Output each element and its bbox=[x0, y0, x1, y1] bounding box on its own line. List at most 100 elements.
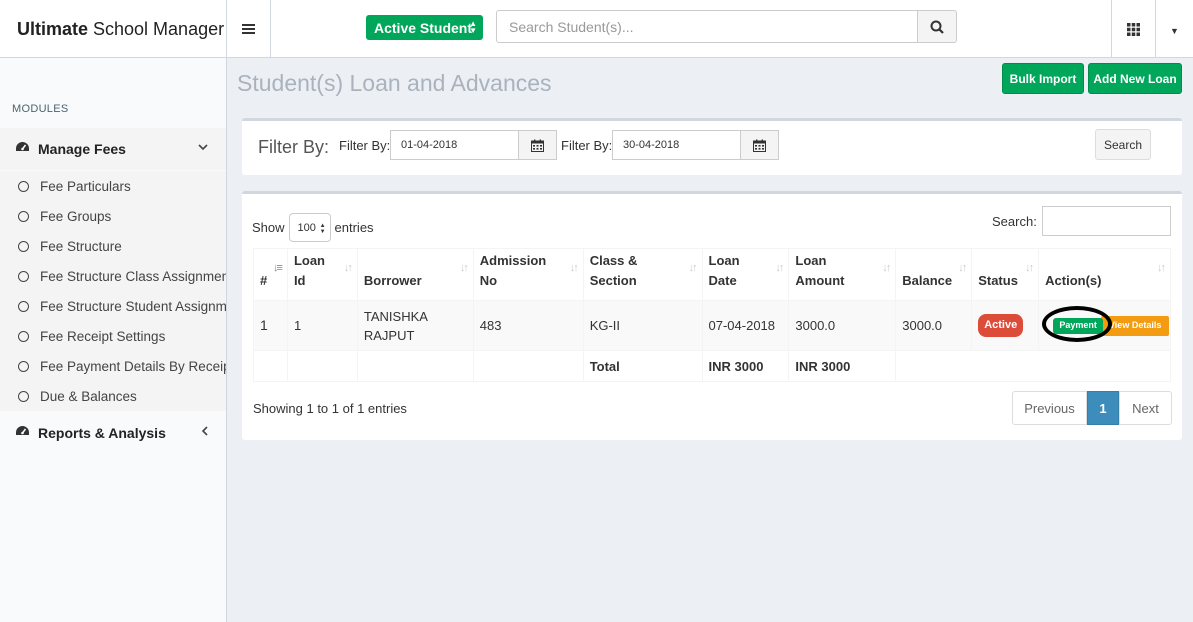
sidebar-subitem-label: Fee Payment Details By Receipt No bbox=[40, 358, 226, 374]
filter-panel: Filter By: Filter By: 01-04-2018 Filter … bbox=[242, 118, 1182, 175]
table-search-label: Search: bbox=[992, 214, 1037, 229]
previous-page-button[interactable]: Previous bbox=[1012, 391, 1087, 425]
highlight-circle-annotation bbox=[1042, 305, 1113, 342]
loans-table: # ↓≡ Loan Id ↓↑ Borrower ↓↑ Admission No ↓↑ … bbox=[253, 248, 1171, 382]
calendar-icon[interactable] bbox=[518, 130, 557, 160]
apps-grid-icon[interactable] bbox=[1111, 0, 1156, 58]
table-row: 1 1 TANISHKA RAJPUT 483 KG-II 07-04-2018… bbox=[253, 300, 1171, 351]
circle-icon bbox=[18, 300, 29, 312]
column-header[interactable]: Admission No ↓↑ bbox=[472, 248, 584, 301]
sort-icon: ↓≡ bbox=[273, 262, 283, 274]
pagination: Previous 1 Next bbox=[1012, 391, 1172, 425]
sort-icon: ↓↑ bbox=[1157, 262, 1166, 274]
table-total-row: Total INR 3000 INR 3000 bbox=[253, 350, 1171, 382]
student-search-input[interactable]: Search Student(s)... bbox=[496, 10, 918, 43]
user-dropdown-caret-icon[interactable]: ▼ bbox=[1156, 0, 1193, 58]
sort-icon: ↓↑ bbox=[569, 262, 579, 274]
sidebar-subitem-label: Fee Structure Class Assignment bbox=[40, 268, 226, 284]
hamburger-menu-icon[interactable] bbox=[227, 0, 271, 58]
sidebar-subitem-label: Due & Balances bbox=[40, 388, 137, 404]
to-date-input[interactable]: 30-04-2018 bbox=[612, 130, 742, 160]
dashboard-icon bbox=[15, 141, 30, 157]
chevron-down-icon bbox=[198, 142, 208, 154]
page-1-button[interactable]: 1 bbox=[1087, 391, 1119, 425]
circle-icon bbox=[18, 270, 29, 282]
brand-logo[interactable]: Ultimate School Manager bbox=[0, 0, 227, 58]
column-header[interactable]: Loan Amount ↓↑ bbox=[788, 248, 897, 301]
column-header[interactable]: Class & Section ↓↑ bbox=[582, 248, 703, 301]
page-title: Student(s) Loan and Advances bbox=[237, 70, 552, 96]
sort-icon: ↓↑ bbox=[459, 262, 469, 274]
column-header[interactable]: Status ↓↑ bbox=[971, 248, 1040, 301]
sidebar-section-label: MODULES bbox=[12, 103, 69, 115]
circle-icon bbox=[18, 210, 29, 222]
calendar-icon[interactable] bbox=[740, 130, 779, 160]
sidebar-subitem-label: Fee Structure Student Assignment bbox=[40, 298, 226, 314]
sidebar-subitem-class-assignment[interactable]: Fee Structure Class Assignment bbox=[0, 261, 226, 291]
from-date-input[interactable]: 01-04-2018 bbox=[390, 130, 520, 160]
sidebar-subitem-label: Fee Receipt Settings bbox=[40, 328, 166, 344]
cell-loan-date: 07-04-2018 bbox=[701, 300, 790, 351]
search-button[interactable] bbox=[917, 10, 957, 43]
sidebar-subitem-receipt-settings[interactable]: Fee Receipt Settings bbox=[0, 321, 226, 351]
sidebar-subitem-due-balances[interactable]: Due & Balances bbox=[0, 381, 226, 411]
table-search-input[interactable] bbox=[1042, 206, 1171, 236]
sidebar-subitem-label: Fee Particulars bbox=[40, 178, 131, 194]
active-student-select[interactable]: Active Student ▲ ▼ bbox=[366, 15, 483, 40]
column-header[interactable]: # ↓≡ bbox=[253, 248, 288, 301]
chevron-left-icon bbox=[201, 425, 208, 439]
sidebar: MODULES Manage Fees Fee Particulars Fee … bbox=[0, 58, 227, 622]
bulk-import-button[interactable]: Bulk Import bbox=[1002, 63, 1084, 94]
sort-icon: ↓↑ bbox=[958, 262, 967, 274]
add-new-loan-button[interactable]: Add New Loan bbox=[1088, 63, 1182, 94]
sort-icon: ↓↑ bbox=[1025, 262, 1034, 274]
sidebar-subitem-payment-details[interactable]: Fee Payment Details By Receipt No bbox=[0, 351, 226, 381]
cell-class-section: KG-II bbox=[582, 300, 703, 351]
circle-icon bbox=[18, 360, 29, 372]
status-badge: Active bbox=[978, 314, 1024, 337]
sidebar-subitem-fee-particulars[interactable]: Fee Particulars bbox=[0, 171, 226, 201]
cell-borrower: TANISHKA RAJPUT bbox=[356, 300, 474, 351]
cell-status: Active bbox=[971, 300, 1040, 351]
column-header[interactable]: Action(s) ↓↑ bbox=[1038, 248, 1171, 301]
cell-balance: 3000.0 bbox=[895, 300, 973, 351]
sort-icon: ↓↑ bbox=[343, 262, 353, 274]
show-label: Show bbox=[252, 220, 285, 235]
brand-name-bold: Ultimate bbox=[17, 18, 89, 39]
cell-actions: View Details Payment bbox=[1038, 300, 1171, 351]
circle-icon bbox=[18, 330, 29, 342]
sidebar-subitem-label: Fee Groups bbox=[40, 208, 112, 224]
sidebar-subitem-student-assignment[interactable]: Fee Structure Student Assignment bbox=[0, 291, 226, 321]
sort-icon: ↓↑ bbox=[882, 262, 891, 274]
sort-icon: ↓↑ bbox=[688, 262, 698, 274]
entries-label: entries bbox=[334, 220, 374, 235]
loans-table-panel: Show 100 ▲ ▼ entries Search: # ↓≡ Loan Id ↓… bbox=[242, 191, 1182, 440]
select-caret-icon: ▲ ▼ bbox=[469, 19, 477, 35]
sidebar-subitem-fee-structure[interactable]: Fee Structure bbox=[0, 231, 226, 261]
sort-icon: ↓↑ bbox=[775, 262, 784, 274]
circle-icon bbox=[18, 180, 29, 192]
page-length-value: 100 bbox=[297, 221, 316, 234]
sidebar-subitem-fee-groups[interactable]: Fee Groups bbox=[0, 201, 226, 231]
sidebar-item-manage-fees[interactable]: Manage Fees bbox=[0, 128, 226, 170]
top-header: Ultimate School Manager Active Student ▲… bbox=[0, 0, 1193, 58]
cell-admission-no: 483 bbox=[472, 300, 584, 351]
column-header[interactable]: Borrower ↓↑ bbox=[356, 248, 474, 301]
total-amount: INR 3000 bbox=[788, 350, 897, 382]
next-page-button[interactable]: Next bbox=[1119, 391, 1172, 425]
cell-loan-id: 1 bbox=[286, 300, 358, 351]
total-loan-date-col: INR 3000 bbox=[701, 350, 790, 382]
column-header[interactable]: Loan Id ↓↑ bbox=[286, 248, 358, 301]
select-caret-icon: ▲ ▼ bbox=[319, 223, 326, 235]
total-label: Total bbox=[582, 350, 703, 382]
sidebar-item-label: Manage Fees bbox=[38, 141, 126, 157]
column-header[interactable]: Loan Date ↓↑ bbox=[701, 248, 790, 301]
filter-search-button[interactable]: Search bbox=[1095, 129, 1151, 160]
page-length-select[interactable]: 100 ▲ ▼ bbox=[288, 213, 331, 242]
from-date-label: Filter By: bbox=[339, 138, 391, 153]
dashboard-icon bbox=[15, 425, 30, 441]
circle-icon bbox=[18, 390, 29, 402]
cell-loan-amount: 3000.0 bbox=[788, 300, 897, 351]
sidebar-item-reports[interactable]: Reports & Analysis bbox=[0, 413, 226, 453]
column-header[interactable]: Balance ↓↑ bbox=[895, 248, 973, 301]
